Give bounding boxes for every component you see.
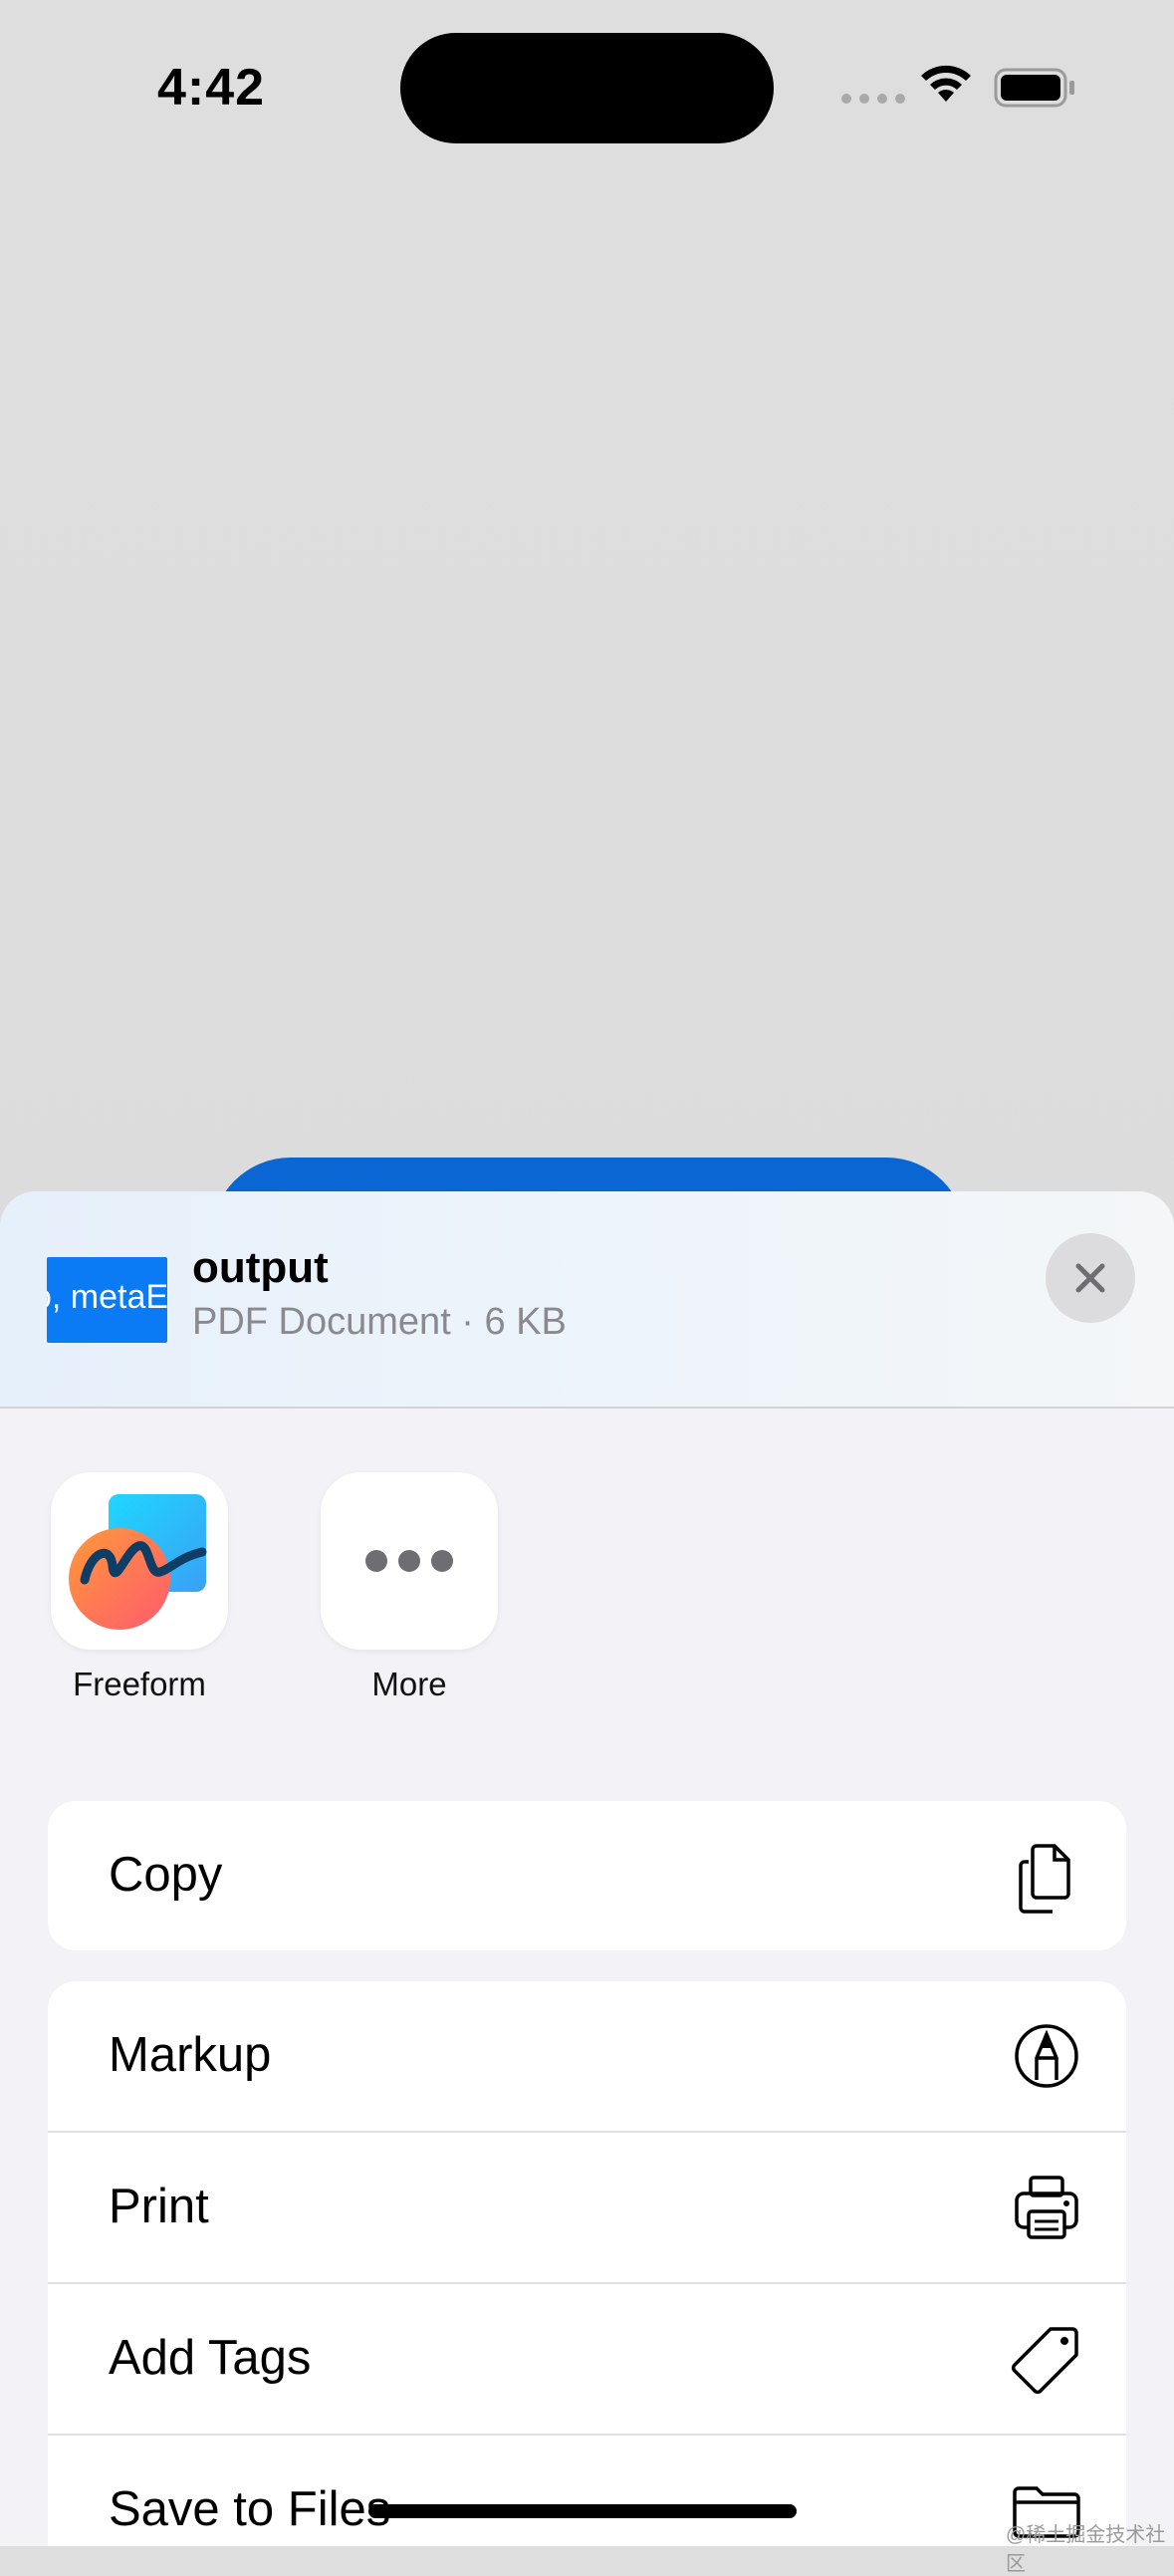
app-freeform[interactable]: Freeform	[40, 1472, 239, 1703]
action-print[interactable]: Print	[48, 2133, 1126, 2284]
dynamic-island	[400, 33, 774, 143]
markup-icon	[1015, 2024, 1078, 2088]
action-copy[interactable]: Copy	[48, 1801, 1126, 1950]
app-label-freeform: Freeform	[73, 1666, 206, 1702]
action-label: Print	[109, 2180, 209, 2233]
watermark: @稀土掘金技术社区	[1006, 2524, 1166, 2575]
cellular-signal-icon	[841, 94, 905, 104]
tag-icon	[1011, 2327, 1078, 2395]
app-label-more: More	[371, 1666, 447, 1702]
action-save-to-files[interactable]: Save to Files	[48, 2436, 1126, 2546]
home-indicator[interactable]	[368, 2504, 797, 2518]
share-sheet-header: o, metaE output PDF Document · 6 KB	[0, 1191, 1174, 1409]
action-label: Markup	[109, 2028, 272, 2082]
freeform-icon	[51, 1472, 228, 1650]
app-more[interactable]: More	[310, 1472, 509, 1703]
battery-icon	[994, 68, 1074, 108]
action-add-tags[interactable]: Add Tags	[48, 2284, 1126, 2436]
status-bar: 4:42	[0, 0, 1174, 169]
document-subtitle: PDF Document · 6 KB	[192, 1301, 567, 1343]
action-group-copy: Copy	[48, 1801, 1126, 1950]
share-sheet: o, metaE output PDF Document · 6 KB Free…	[0, 1191, 1174, 2546]
action-markup[interactable]: Markup	[48, 1981, 1126, 2133]
print-icon	[1015, 2176, 1078, 2239]
wifi-icon	[921, 65, 971, 102]
action-label: Copy	[109, 1848, 223, 1902]
document-thumbnail: o, metaE	[47, 1257, 167, 1343]
copy-icon	[1019, 1844, 1070, 1914]
action-label: Add Tags	[109, 2331, 312, 2385]
thumbnail-text: o, metaE	[47, 1278, 167, 1316]
status-time: 4:42	[157, 59, 266, 117]
action-group-main: Markup Print Add Tags Save to Files	[48, 1981, 1126, 2546]
close-icon	[1075, 1263, 1105, 1293]
document-title: output	[192, 1243, 329, 1292]
share-apps-row: Freeform More	[0, 1472, 1174, 1721]
action-label: Save to Files	[109, 2482, 391, 2536]
more-dots-icon	[321, 1472, 498, 1650]
close-button[interactable]	[1046, 1233, 1135, 1323]
